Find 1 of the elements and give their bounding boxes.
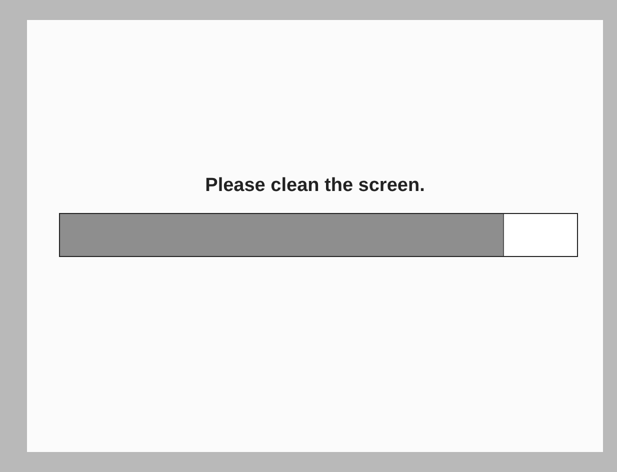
message-text: Please clean the screen. bbox=[205, 175, 425, 197]
